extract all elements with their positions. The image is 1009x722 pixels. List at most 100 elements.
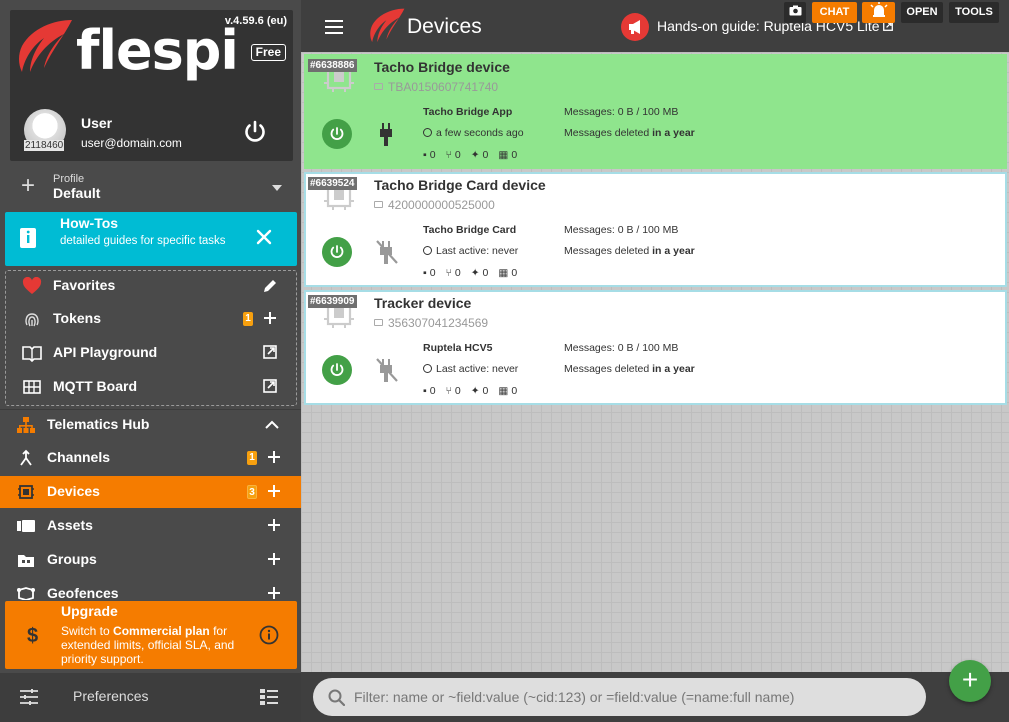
filter-input[interactable] — [313, 678, 926, 716]
open-external-icon[interactable] — [263, 379, 277, 393]
plus-icon[interactable] — [267, 450, 281, 464]
upgrade-banner[interactable]: $ Upgrade Switch to Commercial plan for … — [5, 601, 297, 669]
plus-icon[interactable] — [267, 586, 281, 600]
sidebar-item-geofences[interactable]: Geofences — [0, 578, 301, 600]
power-icon — [330, 127, 344, 140]
howtos-banner[interactable]: How-Tos detailed guides for specific tas… — [5, 212, 297, 266]
plus-icon[interactable] — [263, 311, 277, 325]
sidebar-item-api-playground[interactable]: API Playground — [1, 337, 302, 369]
device-id: #6638886 — [308, 59, 357, 72]
sidebar-item-channels[interactable]: Channels 1 — [0, 442, 301, 474]
folder-icon: ▪ — [423, 267, 427, 279]
sidebar-item-telematics-hub[interactable]: Telematics Hub — [0, 409, 301, 441]
device-counter: ▦ 0 — [498, 149, 518, 161]
device-power-toggle[interactable] — [322, 355, 352, 385]
sidebar: flespi v.4.59.6 (eu) Free 2118460 User u… — [0, 0, 301, 722]
board-icon — [23, 380, 41, 394]
list-view-icon[interactable] — [259, 688, 279, 706]
edit-icon[interactable] — [262, 278, 278, 294]
close-icon[interactable] — [255, 228, 273, 246]
device-counter: ✦ 0 — [470, 385, 489, 397]
chip-icon — [18, 485, 34, 499]
add-device-button[interactable]: + — [949, 660, 991, 702]
clock-icon — [423, 246, 432, 255]
groups-icon — [18, 555, 34, 567]
device-ident: 4200000000525000 — [374, 198, 495, 212]
device-ident: TBA0150607741740 — [374, 80, 498, 94]
device-name: Tacho Bridge device — [374, 59, 510, 75]
device-id: #6639909 — [308, 295, 357, 308]
upgrade-title: Upgrade — [61, 603, 118, 619]
heart-icon — [22, 277, 42, 294]
sidebar-item-groups[interactable]: Groups — [0, 544, 301, 576]
version-label: v.4.59.6 (eu) — [224, 15, 287, 27]
tokens-count-badge: 1 — [243, 312, 253, 326]
plan-badge[interactable]: Free — [250, 44, 286, 61]
dollar-icon: $ — [27, 625, 39, 647]
sidebar-item-devices[interactable]: Devices 3 — [0, 476, 301, 508]
device-counter: ⑂ 0 — [445, 267, 461, 279]
brand-name: flespi — [76, 19, 239, 82]
profile-selector[interactable]: + Profile Default — [0, 168, 301, 206]
channels-icon — [20, 449, 32, 466]
devices-list: #6638886 Tacho Bridge device TBA01506077… — [301, 52, 1009, 672]
sidebar-item-mqtt-board[interactable]: MQTT Board — [1, 371, 302, 403]
chat-button[interactable]: CHAT — [812, 2, 857, 23]
device-card[interactable]: #6639524 Tacho Bridge Card device 420000… — [304, 172, 1007, 287]
plus-icon[interactable] — [267, 552, 281, 566]
profile-value: Default — [53, 185, 101, 201]
user-email: user@domain.com — [81, 136, 182, 150]
device-counters: ▪ 0 ⑂ 0 ✦ 0 ▦ 0 — [423, 267, 527, 279]
device-retention: Messages deleted in a year — [564, 127, 695, 139]
device-last-active: Last active: never — [423, 363, 518, 375]
grid-icon: ▦ — [498, 385, 509, 397]
disconnected-plug-icon — [376, 240, 398, 264]
assets-icon — [17, 520, 35, 532]
device-card[interactable]: #6638886 Tacho Bridge device TBA01506077… — [304, 54, 1007, 169]
info-book-icon — [20, 228, 36, 248]
preferences-bar[interactable]: Preferences — [0, 673, 301, 722]
device-card[interactable]: #6639909 Tracker device 356307041234569 … — [304, 290, 1007, 405]
megaphone-icon[interactable] — [621, 13, 649, 41]
plugin-icon: ✦ — [470, 149, 480, 161]
info-icon[interactable] — [259, 625, 279, 645]
sidebar-item-assets[interactable]: Assets — [0, 510, 301, 542]
sidebar-item-label: Telematics Hub — [47, 416, 150, 432]
device-power-toggle[interactable] — [322, 237, 352, 267]
add-profile-icon[interactable]: + — [21, 174, 35, 198]
hands-on-guide-link[interactable]: Hands-on guide: Ruptela HCV5 Lite — [657, 18, 894, 34]
chevron-down-icon[interactable] — [272, 185, 282, 191]
camera-button[interactable] — [784, 2, 806, 23]
upgrade-text: Switch to Commercial plan for extended l… — [61, 624, 235, 666]
device-counter: ⑂ 0 — [445, 385, 461, 397]
geofence-icon — [17, 587, 35, 600]
device-counter: ▦ 0 — [498, 267, 518, 279]
device-retention: Messages deleted in a year — [564, 245, 695, 257]
device-counter: ▪ 0 — [423, 385, 436, 397]
open-button[interactable]: OPEN — [901, 2, 943, 23]
grid-icon: ▦ — [498, 267, 509, 279]
alarm-button[interactable] — [862, 2, 895, 23]
user-name: User — [81, 115, 113, 131]
chevron-up-icon[interactable] — [265, 420, 279, 430]
tools-button[interactable]: TOOLS — [949, 2, 999, 23]
device-retention: Messages deleted in a year — [564, 363, 695, 375]
power-icon — [330, 363, 344, 376]
power-icon — [330, 245, 344, 258]
device-messages: Messages: 0 B / 100 MB — [564, 342, 679, 354]
power-icon[interactable] — [243, 120, 267, 144]
sidebar-item-tokens[interactable]: Tokens 1 — [1, 303, 302, 335]
sliders-icon[interactable] — [19, 688, 39, 706]
sidebar-item-label: Tokens — [53, 310, 101, 326]
device-counter: ▪ 0 — [423, 267, 436, 279]
device-power-toggle[interactable] — [322, 119, 352, 149]
device-protocol: Ruptela HCV5 — [423, 342, 493, 354]
open-external-icon[interactable] — [263, 345, 277, 359]
menu-icon[interactable] — [325, 20, 343, 34]
branch-icon: ⑂ — [445, 385, 452, 397]
sidebar-item-favorites[interactable]: Favorites — [1, 270, 302, 302]
plus-icon[interactable] — [267, 518, 281, 532]
device-counters: ▪ 0 ⑂ 0 ✦ 0 ▦ 0 — [423, 385, 527, 397]
plus-icon[interactable] — [267, 484, 281, 498]
device-name: Tracker device — [374, 295, 472, 311]
